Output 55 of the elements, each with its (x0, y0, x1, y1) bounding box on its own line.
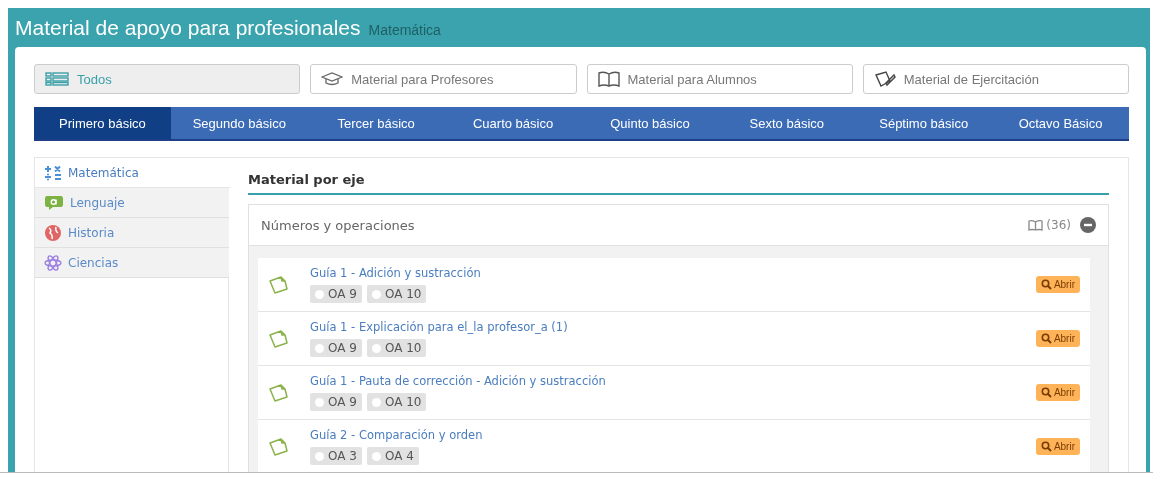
document-icon (268, 328, 290, 349)
document-icon (268, 382, 290, 403)
objective-tag: OA 9 (310, 339, 362, 357)
subject-tab[interactable]: Matemática (35, 158, 230, 188)
atom-icon (44, 253, 62, 272)
search-icon (1040, 441, 1052, 452)
globe-icon (44, 223, 62, 242)
book-icon (597, 71, 620, 87)
list-icon (45, 72, 69, 86)
book-icon (1028, 219, 1044, 231)
page-subtitle: Matemática (368, 22, 441, 38)
objective-tag: OA 4 (366, 447, 419, 465)
document-icon (268, 436, 290, 457)
open-button[interactable]: Abrir (1035, 384, 1080, 401)
filter-button[interactable]: Todos (34, 64, 301, 94)
open-button[interactable]: Abrir (1035, 330, 1080, 347)
math-operators-icon (44, 164, 62, 181)
objective-tag: OA 10 (366, 285, 427, 303)
filter-button[interactable]: Material para Alumnos (586, 64, 853, 94)
axis-title: Números y operaciones (261, 217, 415, 233)
objective-tag: OA 3 (310, 447, 362, 465)
graduation-cap-icon (321, 72, 344, 86)
grade-tab[interactable]: Sexto básico (718, 107, 856, 139)
grade-tab[interactable]: Octavo Básico (992, 107, 1129, 139)
objective-tag: OA 9 (310, 285, 362, 303)
grade-tab[interactable]: Cuarto básico (444, 107, 582, 139)
page-title: Material de apoyo para profesionales (15, 15, 361, 40)
section-heading: Material por eje (248, 172, 1109, 195)
filter-button[interactable]: Material para Profesores (310, 64, 577, 94)
pencil-paper-icon (873, 71, 896, 87)
grade-tab[interactable]: Tercer básico (307, 107, 445, 139)
subject-tab[interactable]: Historia (35, 218, 229, 248)
filter-button[interactable]: Material de Ejercitación (862, 64, 1129, 94)
subject-tab[interactable]: Lenguaje (35, 188, 229, 218)
objective-tag: OA 10 (366, 393, 427, 411)
objective-tag: OA 10 (366, 339, 427, 357)
open-button[interactable]: Abrir (1035, 276, 1080, 293)
objective-tag: OA 9 (310, 393, 362, 411)
document-icon (268, 274, 290, 295)
subject-tab[interactable]: Ciencias (35, 248, 229, 278)
search-icon (1040, 279, 1052, 290)
document-link[interactable]: Guía 2 - Comparación y orden (310, 428, 483, 442)
document-link[interactable]: Guía 1 - Pauta de corrección - Adición y sustracción (310, 374, 606, 388)
grade-tab[interactable]: Primero básico (34, 107, 171, 139)
collapse-icon[interactable] (1080, 217, 1096, 233)
grade-tab[interactable]: Segundo básico (170, 107, 308, 139)
grade-tab[interactable]: Séptimo básico (855, 107, 993, 139)
document-link[interactable]: Guía 1 - Adición y sustracción (310, 266, 481, 280)
search-icon (1040, 333, 1052, 344)
item-count: (36) (1046, 218, 1071, 232)
grade-tab[interactable]: Quinto básico (581, 107, 719, 139)
speech-bubble-icon (44, 194, 64, 211)
search-icon (1040, 387, 1052, 398)
open-button[interactable]: Abrir (1035, 438, 1080, 455)
document-link[interactable]: Guía 1 - Explicación para el_la profesor_a (1) (310, 320, 568, 334)
